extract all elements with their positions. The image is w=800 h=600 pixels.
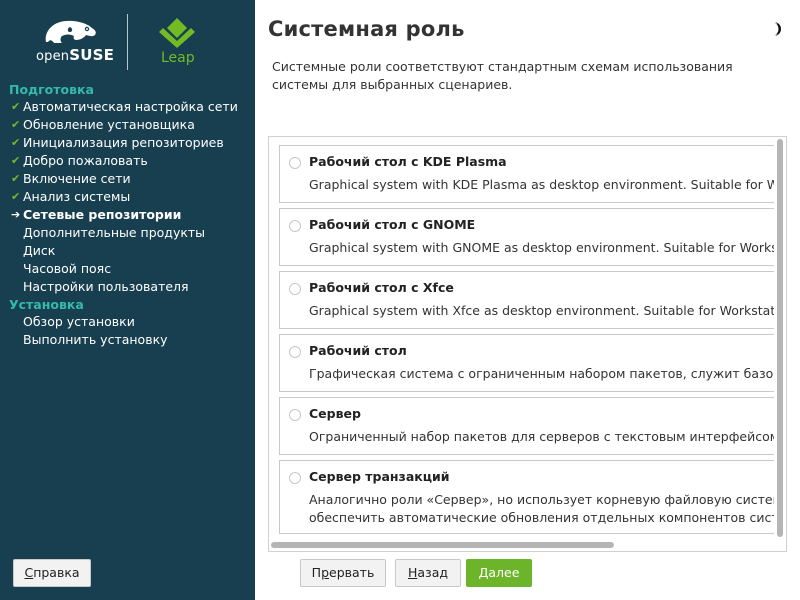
section-heading-installation: Установка (9, 297, 84, 312)
role-description: Graphical system with Xfce as desktop en… (309, 303, 786, 318)
role-generic-desktop[interactable]: Рабочий стол Графическая система с огран… (279, 334, 786, 392)
page-title: Системная роль (268, 17, 465, 41)
step-installation-overview: Обзор установки (23, 314, 135, 329)
role-title: Рабочий стол с KDE Plasma (309, 154, 507, 169)
step-timezone: Часовой пояс (23, 261, 112, 276)
check-icon: ✔ (11, 190, 21, 203)
scrollbar-thumb[interactable] (271, 542, 614, 548)
check-icon: ✔ (11, 172, 21, 185)
role-description: Ограниченный набор пакетов для серверов … (309, 429, 784, 444)
radio-button[interactable] (289, 472, 301, 484)
radio-button[interactable] (289, 157, 301, 169)
main-panel: Системная роль Системные роли соответств… (255, 0, 800, 600)
radio-button[interactable] (289, 409, 301, 421)
role-description-line: обеспечить автоматические обновления отд… (309, 510, 786, 525)
roles-scroll-area[interactable]: Рабочий стол с KDE Plasma Graphical syst… (268, 136, 787, 552)
step-disk: Диск (23, 243, 56, 258)
opensuse-logo: openSUSE (36, 18, 114, 64)
help-button[interactable]: Справка (13, 559, 91, 587)
opensuse-wordmark: openSUSE (36, 46, 115, 64)
radio-button[interactable] (289, 283, 301, 295)
role-server[interactable]: Сервер Ограниченный набор пакетов для се… (279, 397, 786, 455)
step-user-settings: Настройки пользователя (23, 279, 189, 294)
role-title: Сервер транзакций (309, 469, 450, 484)
leap-logo: Leap (155, 16, 205, 70)
logo-area: openSUSE Leap (0, 0, 255, 80)
role-kde-plasma[interactable]: Рабочий стол с KDE Plasma Graphical syst… (279, 145, 786, 203)
role-gnome[interactable]: Рабочий стол с GNOME Graphical system wi… (279, 208, 786, 266)
roles-list: Рабочий стол с KDE Plasma Graphical syst… (279, 145, 786, 539)
page-description: Системные роли соответствуют стандартным… (272, 59, 733, 92)
chameleon-icon (45, 20, 96, 43)
arrow-right-icon: ➔ (11, 208, 21, 221)
role-description: Graphical system with GNOME as desktop e… (309, 240, 786, 255)
step-network-activation: ✔ Включение сети (11, 171, 131, 186)
check-icon: ✔ (11, 136, 21, 149)
role-xfce[interactable]: Рабочий стол с Xfce Graphical system wit… (279, 271, 786, 329)
role-description: Графическая система с ограниченным набор… (309, 366, 786, 381)
step-network-autoconfig: ✔ Автоматическая настройка сети (11, 99, 238, 114)
role-description-line: Аналогично роли «Сервер», но использует … (309, 492, 786, 507)
section-heading-preparation: Подготовка (9, 82, 94, 97)
leap-wordmark: Leap (161, 50, 195, 66)
next-button[interactable]: Далее (466, 559, 532, 587)
role-title: Рабочий стол с Xfce (309, 280, 454, 295)
horizontal-scrollbar[interactable] (269, 539, 774, 551)
sidebar: openSUSE Leap Подготовка ✔ Автоматическая… (0, 0, 255, 600)
check-icon: ✔ (11, 100, 21, 113)
step-repo-init: ✔ Инициализация репозиториев (11, 135, 224, 150)
scrollbar-thumb[interactable] (777, 139, 783, 537)
step-perform-installation: Выполнить установку (23, 332, 168, 347)
check-icon: ✔ (11, 154, 21, 167)
role-title: Рабочий стол (309, 343, 407, 358)
installation-steps: Подготовка ✔ Автоматическая настройка сет… (0, 81, 255, 349)
back-button[interactable]: Назад (395, 559, 461, 587)
step-installer-update: ✔ Обновление установщика (11, 117, 195, 132)
role-description: Graphical system with KDE Plasma as desk… (309, 177, 786, 192)
leap-icon (159, 18, 195, 48)
radio-button[interactable] (289, 220, 301, 232)
role-description: Аналогично роли «Сервер», но использует … (309, 491, 786, 527)
check-icon: ✔ (11, 118, 21, 131)
step-welcome: ✔ Добро пожаловать (11, 153, 148, 168)
role-title: Сервер (309, 406, 361, 421)
radio-button[interactable] (289, 346, 301, 358)
step-addon-products: Дополнительные продукты (23, 225, 206, 240)
logo-divider (127, 14, 128, 70)
half-moon-icon[interactable] (770, 22, 782, 36)
step-system-analysis: ✔ Анализ системы (11, 189, 131, 204)
vertical-scrollbar[interactable] (774, 137, 786, 541)
step-online-repos: ➔ Сетевые репозитории (11, 207, 182, 222)
abort-button[interactable]: Прервать (300, 559, 386, 587)
role-title: Рабочий стол с GNOME (309, 217, 476, 232)
role-transactional-server[interactable]: Сервер транзакций Аналогично роли «Серве… (279, 460, 786, 534)
